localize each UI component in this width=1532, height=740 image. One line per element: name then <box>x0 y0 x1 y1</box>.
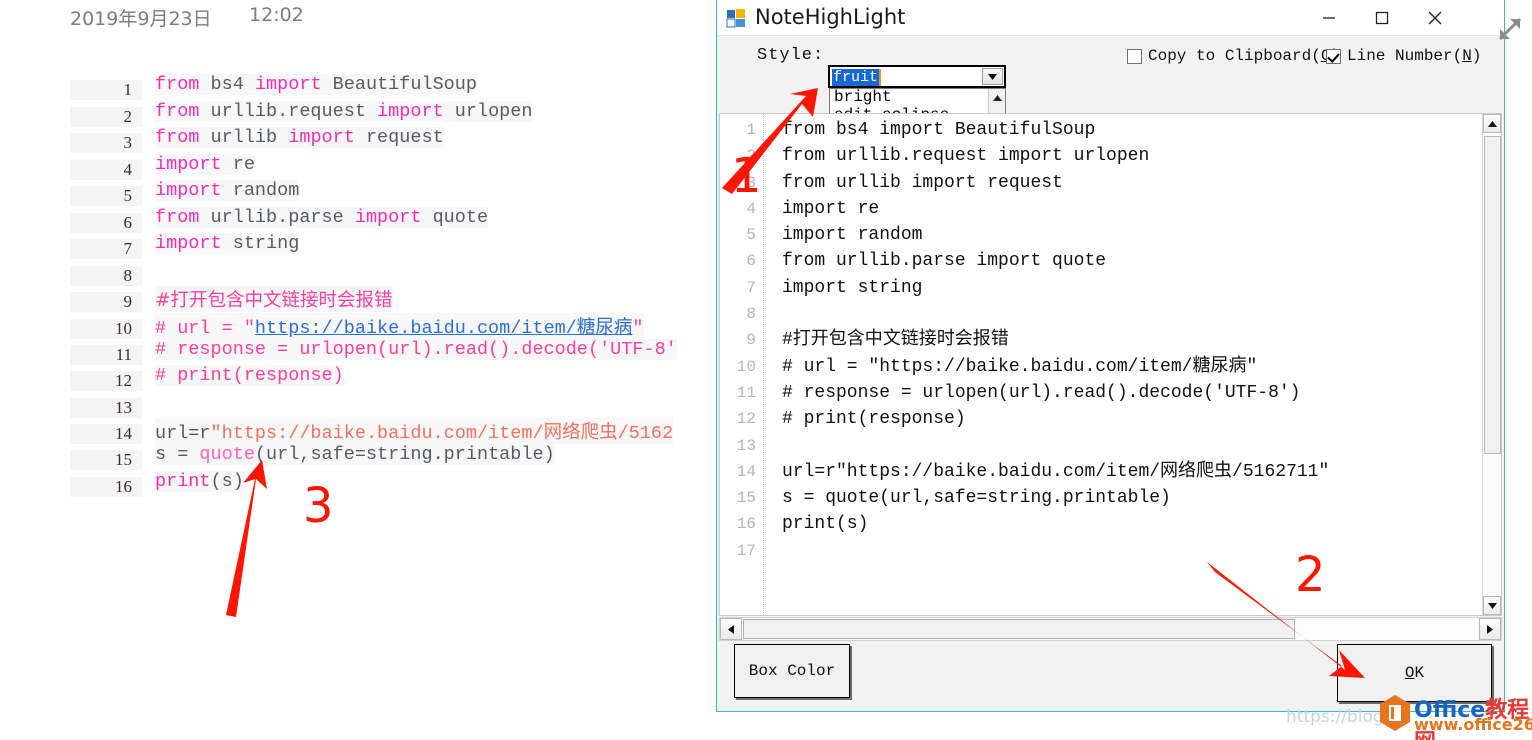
note-code-line: from urllib.parse import quote <box>155 207 489 228</box>
annotation-number-1: 1 <box>731 148 762 204</box>
line-number-label: Line Number(N) <box>1347 47 1482 65</box>
note-line-number: 14 <box>70 424 142 444</box>
caret-right-icon <box>1487 624 1493 634</box>
dialog-title: NoteHighLight <box>755 5 906 29</box>
note-line-number: 16 <box>70 477 142 497</box>
note-code-line: import re <box>155 154 255 175</box>
close-button[interactable] <box>1410 0 1460 35</box>
note-header: 2019年9月23日 12:02 <box>0 0 715 60</box>
annotation-number-2: 2 <box>1295 547 1326 603</box>
note-line-number: 5 <box>70 186 142 206</box>
preview-scroll-down-button[interactable] <box>1483 596 1501 615</box>
note-code-line: import string <box>155 233 300 254</box>
style-combobox-value: fruit <box>832 69 882 86</box>
style-combobox[interactable]: fruit <box>828 65 1006 88</box>
office-logo-icon <box>1380 695 1410 731</box>
preview-horizontal-scrollbar[interactable] <box>719 617 1502 641</box>
note-line-number: 12 <box>70 371 142 391</box>
preview-scroll-right-button[interactable] <box>1479 618 1501 640</box>
note-code-line: url=r"https://baike.baidu.com/item/网络爬虫/… <box>155 418 674 444</box>
copy-to-clipboard-label: Copy to Clipboard(C) <box>1148 47 1340 65</box>
annotation-number-3: 3 <box>303 478 334 534</box>
note-code-line: s = quote(url,safe=string.printable) <box>155 444 555 465</box>
watermark-brand-url: www.office26.com <box>1414 715 1532 734</box>
preview-code-text: from bs4 import BeautifulSoup from urlli… <box>782 120 1330 535</box>
note-code-line: from urllib import request <box>155 127 444 148</box>
dropdown-scroll-up-button[interactable] <box>989 89 1005 106</box>
maximize-icon <box>1375 11 1389 24</box>
note-line-number: 3 <box>70 133 142 153</box>
watermark-url: https://blog. <box>1286 707 1390 727</box>
preview-horizontal-scroll-thumb[interactable] <box>743 619 1295 639</box>
note-line-number: 15 <box>70 450 142 470</box>
screen-root: 2019年9月23日 12:02 1 from bs4 import Beauti… <box>0 0 1532 740</box>
chevron-down-icon[interactable] <box>982 68 1003 85</box>
note-code-line: # url = "https://baike.baidu.com/item/糖尿… <box>155 313 644 339</box>
note-code-line: from bs4 import BeautifulSoup <box>155 74 477 95</box>
resize-handle-icon[interactable] <box>1497 16 1523 42</box>
code-preview-panel[interactable]: 1 2 3 4 5 6 7 8 9 10 11 12 13 14 15 16 1… <box>719 113 1502 616</box>
note-time: 12:02 <box>249 4 304 26</box>
note-line-number: 11 <box>70 345 142 365</box>
style-label: Style: <box>757 46 825 65</box>
maximize-button[interactable] <box>1357 0 1407 35</box>
line-number-checkbox-box[interactable] <box>1326 48 1341 64</box>
note-line-number: 9 <box>70 292 142 312</box>
note-code-editor[interactable]: 1 from bs4 import BeautifulSoup 2 from urll… <box>0 68 715 497</box>
note-line-number: 1 <box>70 80 142 100</box>
note-line-number: 7 <box>70 239 142 259</box>
dialog-titlebar[interactable]: NoteHighLight <box>717 0 1504 36</box>
note-line-number: 6 <box>70 213 142 233</box>
note-code-line: from urllib.request import urlopen <box>155 101 533 122</box>
copy-to-clipboard-checkbox-box[interactable] <box>1127 48 1142 64</box>
dialog-toolbar: Style: fruit brightedit-eclipseedit-emac… <box>717 36 1504 231</box>
style-dropdown-option[interactable]: bright <box>830 89 1005 107</box>
copy-to-clipboard-checkbox[interactable]: Copy to Clipboard(C) <box>1127 47 1340 65</box>
note-line-number: 2 <box>70 107 142 127</box>
caret-left-icon <box>728 624 734 634</box>
close-icon <box>1428 11 1442 24</box>
note-code-line: print(s) <box>155 471 244 492</box>
app-logo-icon <box>726 9 745 28</box>
preview-vertical-scrollbar[interactable] <box>1482 114 1501 615</box>
caret-up-icon <box>1487 120 1497 127</box>
preview-vertical-scroll-thumb[interactable] <box>1484 136 1501 454</box>
note-line-number: 4 <box>70 160 142 180</box>
note-line-number: 8 <box>70 266 142 286</box>
preview-scroll-up-button[interactable] <box>1483 114 1501 133</box>
minimize-button[interactable] <box>1304 0 1354 35</box>
notehighlight-dialog: NoteHighLight Style: fruit bright Copy t… <box>716 0 1505 712</box>
note-line-number: 13 <box>70 398 142 418</box>
preview-scroll-left-button[interactable] <box>720 618 742 640</box>
note-code-line: # response = urlopen(url).read().decode(… <box>155 339 677 360</box>
box-color-button[interactable]: Box Color <box>734 644 850 698</box>
note-date: 2019年9月23日 <box>70 8 212 30</box>
note-code-line: #打开包含中文链接时会报错 <box>155 286 393 312</box>
line-number-checkbox[interactable]: Line Number(N) <box>1326 47 1481 65</box>
note-code-line: # print(response) <box>155 365 344 386</box>
minimize-icon <box>1323 16 1335 19</box>
caret-down-icon <box>1487 602 1497 609</box>
note-code-line: import random <box>155 180 300 201</box>
note-line-number: 10 <box>70 319 142 339</box>
caret-up-icon <box>992 94 1002 101</box>
